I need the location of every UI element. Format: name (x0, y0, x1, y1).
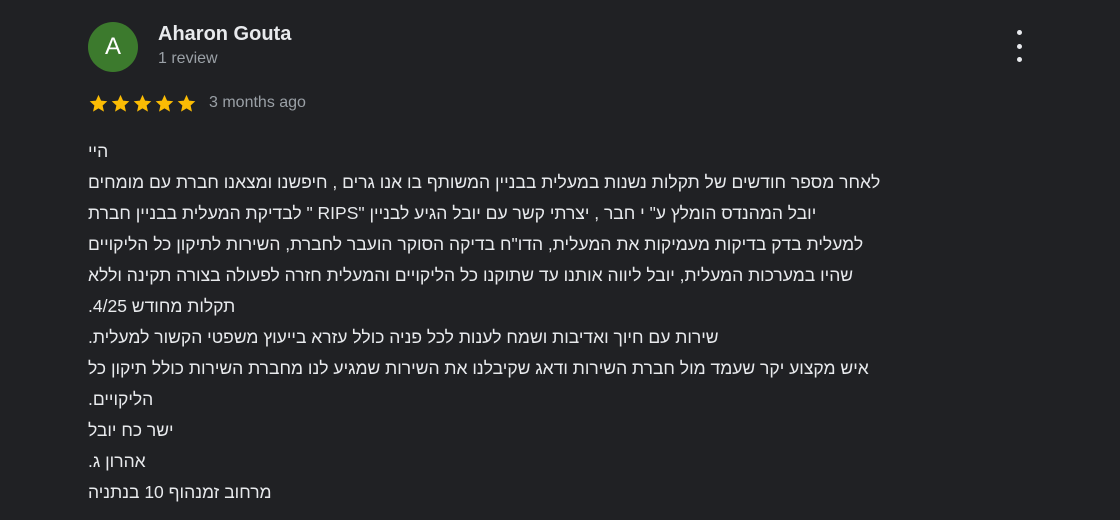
more-options-button[interactable] (1009, 30, 1029, 62)
review-text-line: היי (88, 141, 109, 161)
rating-row: 3 months ago (88, 90, 1033, 116)
review-header: A Aharon Gouta 1 review (88, 18, 1033, 78)
star-icon (133, 94, 152, 112)
review-text-line: שירות עם חיוך ואדיבות ושמח לענות לכל פני… (88, 327, 719, 347)
author-name[interactable]: Aharon Gouta (158, 22, 291, 46)
review-text-line: שהיו במערכות המעלית, יובל ליווה אותנו עד… (88, 265, 854, 285)
review-text-line: מרחוב זמנהוף 10 בנתניה (88, 482, 272, 502)
review-text-line: אהרון ג. (88, 451, 146, 471)
review-text: היי לאחר מספר חודשים של תקלות נשנות במעלי… (88, 136, 1033, 508)
review-text-line: יובל המהנדס הומלץ ע" י חבר , יצרתי קשר ע… (88, 203, 817, 223)
star-icon (89, 94, 108, 112)
author-block: Aharon Gouta 1 review (158, 22, 291, 69)
star-rating (88, 93, 197, 114)
avatar[interactable]: A (88, 22, 138, 72)
star-icon (155, 94, 174, 112)
review-text-line: תקלות מחודש 4/25. (88, 296, 236, 316)
review-card: A Aharon Gouta 1 review 3 months ago היי… (88, 18, 1033, 508)
review-text-line: הליקויים. (88, 389, 154, 409)
review-text-line: למעלית בדק בדיקות מעמיקות את המעלית, הדו… (88, 234, 864, 254)
review-date: 3 months ago (209, 94, 306, 111)
review-count: 1 review (158, 50, 218, 67)
review-text-line: ישר כח יובל (88, 420, 174, 440)
review-text-line: איש מקצוע יקר שעמד מול חברת השירות ודאג … (88, 358, 869, 378)
more-vert-icon-dot (1016, 30, 1022, 35)
star-icon (111, 94, 130, 112)
more-vert-icon-dot (1016, 57, 1022, 62)
star-icon (177, 94, 196, 112)
more-vert-icon-dot (1016, 43, 1022, 49)
review-text-line: לאחר מספר חודשים של תקלות נשנות במעלית ב… (88, 172, 881, 192)
